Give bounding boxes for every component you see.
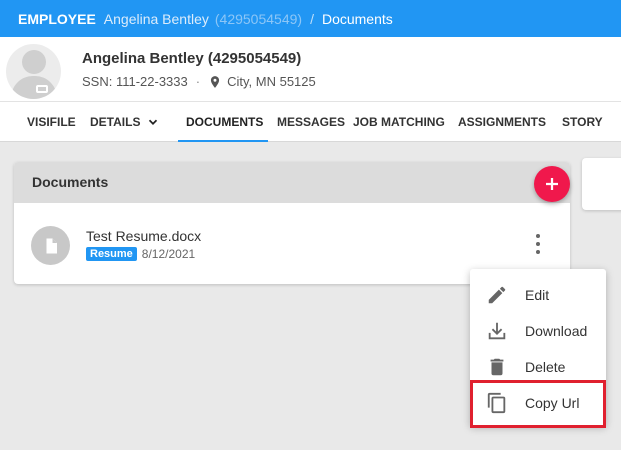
documents-card: Documents Test Resume.docx Resume 8/12/2… xyxy=(14,162,570,284)
document-title[interactable]: Test Resume.docx xyxy=(86,228,201,244)
download-icon xyxy=(488,322,506,340)
location-pin-icon xyxy=(211,75,220,88)
breadcrumb-employee-name[interactable]: Angelina Bentley xyxy=(104,11,209,27)
plus-icon xyxy=(546,178,558,190)
add-document-button[interactable] xyxy=(534,166,570,202)
profile-name: Angelina Bentley (4295054549) xyxy=(82,50,302,67)
breadcrumb-current-page: Documents xyxy=(321,10,393,27)
tab-details-label: DETAILS xyxy=(90,115,141,129)
tab-documents[interactable]: DOCUMENTS xyxy=(186,102,263,142)
tab-story[interactable]: STORY xyxy=(562,102,603,142)
tab-visifile[interactable]: VISIFILE xyxy=(27,102,76,142)
side-panel-card xyxy=(582,158,621,210)
profile-ssn: SSN: 111-22-3333 xyxy=(82,74,188,89)
profile-separator-dot: · xyxy=(195,74,201,89)
menu-item-edit[interactable]: Edit xyxy=(470,277,606,313)
tab-messages[interactable]: MESSAGES xyxy=(277,102,345,142)
document-meta: Resume 8/12/2021 xyxy=(86,247,195,261)
breadcrumb: EMPLOYEE Angelina Bentley (4295054549) /… xyxy=(0,0,621,37)
tab-bar: VISIFILE DETAILS DOCUMENTS MESSAGES JOB … xyxy=(0,101,621,142)
document-icon xyxy=(46,238,57,253)
tab-details[interactable]: DETAILS xyxy=(90,102,160,142)
trash-icon xyxy=(490,358,504,376)
tab-assignments[interactable]: ASSIGNMENTS xyxy=(458,102,546,142)
breadcrumb-employee-id: (4295054549) xyxy=(214,10,303,27)
pencil-icon xyxy=(488,286,506,304)
profile-location: City, MN 55125 xyxy=(227,74,316,89)
active-tab-indicator xyxy=(178,140,268,142)
tab-job-matching[interactable]: JOB MATCHING xyxy=(353,102,445,142)
more-options-icon[interactable] xyxy=(534,234,542,254)
avatar xyxy=(6,44,61,99)
document-type-badge: Resume xyxy=(86,247,137,261)
document-date: 8/12/2021 xyxy=(141,247,196,261)
menu-item-label: Edit xyxy=(525,287,550,303)
menu-item-label: Delete xyxy=(525,359,566,375)
breadcrumb-separator: / xyxy=(310,10,314,27)
breadcrumb-role: EMPLOYEE xyxy=(18,10,96,27)
documents-card-header: Documents xyxy=(14,162,570,203)
chevron-down-icon xyxy=(149,119,158,125)
profile-details: SSN: 111-22-3333 · City, MN 55125 xyxy=(82,74,316,89)
highlight-box xyxy=(470,380,606,428)
profile-header: Angelina Bentley (4295054549) SSN: 111-2… xyxy=(0,37,621,101)
document-avatar xyxy=(31,226,70,265)
menu-item-download[interactable]: Download xyxy=(470,313,606,349)
menu-item-label: Download xyxy=(525,323,588,339)
